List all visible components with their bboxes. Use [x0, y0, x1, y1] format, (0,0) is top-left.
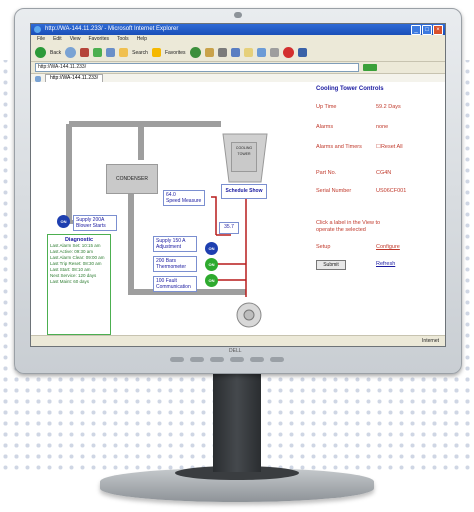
controls-panel: Cooling Tower Controls Up Time 59.2 Days… [316, 82, 441, 335]
pump1-status-icon[interactable]: ON [205, 242, 218, 255]
pump-box-3[interactable]: 100 Fault Communication [153, 276, 197, 292]
menu-help[interactable]: Help [137, 35, 147, 44]
condenser-block[interactable]: CONDENSER [106, 164, 158, 194]
pump-box-2[interactable]: 200 Bars Thermometer [153, 256, 197, 272]
blower-status-icon[interactable]: ON [57, 215, 70, 228]
reset-all-checkbox[interactable]: ☐Reset All [376, 144, 403, 150]
toolbar: Back Search Favorites [31, 44, 445, 62]
back-label[interactable]: Back [50, 50, 61, 56]
tab-list-icon[interactable] [35, 75, 41, 82]
menu-file[interactable]: File [37, 35, 45, 44]
mail-icon[interactable] [217, 48, 227, 57]
favorites-icon[interactable] [151, 48, 161, 57]
configure-link[interactable]: Configure [376, 244, 400, 250]
favorites-label[interactable]: Favorites [165, 50, 186, 56]
window-buttons: _ □ × [411, 25, 443, 35]
uptime-label: Up Time [316, 104, 337, 110]
refresh-link[interactable]: Refresh [376, 261, 395, 267]
cooling-tower-block[interactable]: COOLING TOWER [231, 142, 257, 172]
setup-label: Setup [316, 244, 331, 250]
internet-zone: Internet [422, 338, 439, 344]
diagnostics-panel: Diagnostic Last Alarm Set: 10:15 am Last… [47, 234, 111, 335]
menu-bar: File Edit View Favorites Tools Help [31, 35, 445, 44]
history-icon[interactable] [204, 48, 214, 57]
monitor-button[interactable] [190, 356, 204, 362]
minimize-button[interactable]: _ [411, 25, 421, 35]
status-bar: Internet [31, 335, 445, 346]
webcam-icon [234, 12, 242, 18]
media-icon[interactable] [189, 47, 201, 58]
menu-view[interactable]: View [70, 35, 81, 44]
screen: http://WA-144.11.233/ - Microsoft Intern… [30, 23, 446, 347]
alarms-timers-label: Alarms and Timers [316, 144, 362, 150]
alarms-value: none [376, 124, 389, 130]
refresh-icon[interactable] [93, 48, 103, 57]
back-icon[interactable] [35, 47, 46, 58]
messenger-icon[interactable] [282, 47, 294, 58]
address-input[interactable]: http://WA-144.11.233/ [35, 63, 359, 72]
print-icon[interactable] [230, 48, 240, 57]
serial-value: US06CF001 [376, 188, 407, 194]
home-icon[interactable] [106, 48, 116, 57]
alarms-label: Alarms [316, 124, 334, 130]
stop-icon[interactable] [80, 48, 90, 57]
search-label[interactable]: Search [132, 50, 148, 56]
controls-header: Cooling Tower Controls [316, 86, 384, 92]
monitor-buttons [170, 354, 310, 364]
ie-icon [34, 26, 41, 33]
uptime-value: 59.2 Days [376, 104, 401, 110]
valve-status-box[interactable]: Supply 200A Blower Starts [73, 215, 117, 231]
research-icon[interactable] [297, 48, 307, 57]
pump2-status-icon[interactable]: ON [205, 258, 218, 271]
maximize-button[interactable]: □ [422, 25, 432, 35]
serial-label: Serial Number [316, 188, 352, 194]
submit-button[interactable]: Submit [316, 260, 346, 270]
forward-icon[interactable] [65, 47, 77, 58]
monitor-button[interactable] [210, 356, 224, 362]
pump-box-1[interactable]: Supply 150 A Adjustment [153, 236, 197, 252]
schedule-show-box[interactable]: Schedule Show [221, 184, 267, 199]
page-content: CONDENSER COOLING TOWER Schedule Show Su… [31, 82, 445, 335]
address-bar: http://WA-144.11.233/ [31, 62, 445, 74]
go-button[interactable] [363, 64, 377, 71]
folder-icon[interactable] [243, 48, 253, 57]
monitor-stand [213, 372, 261, 472]
search-icon[interactable] [119, 48, 129, 57]
temperature-box[interactable]: 35.7 [219, 222, 239, 234]
window-title: http://WA-144.11.233/ - Microsoft Intern… [45, 26, 179, 32]
edit-icon[interactable] [256, 48, 266, 57]
cooling-tower-diagram: CONDENSER COOLING TOWER Schedule Show Su… [31, 82, 301, 335]
reset-all-label: Reset All [380, 144, 403, 150]
part-no-value: CG4N [376, 170, 392, 176]
menu-tools[interactable]: Tools [117, 35, 129, 44]
monitor-button[interactable] [170, 356, 184, 362]
monitor-button[interactable] [250, 356, 264, 362]
pump3-status-icon[interactable]: ON [205, 274, 218, 287]
window-titlebar: http://WA-144.11.233/ - Microsoft Intern… [31, 24, 445, 35]
part-no-label: Part No. [316, 170, 337, 176]
diagnostic-line: Last Maint: 60 days [50, 279, 90, 284]
menu-favorites[interactable]: Favorites [88, 35, 109, 44]
monitor-button[interactable] [230, 356, 244, 362]
close-button[interactable]: × [433, 25, 443, 35]
discuss-icon[interactable] [269, 48, 279, 57]
menu-edit[interactable]: Edit [53, 35, 62, 44]
speed-measure-box[interactable]: 64.0 Speed Measure [163, 190, 205, 206]
monitor-button[interactable] [270, 356, 284, 362]
instruction-note: Click a label in the View to operate the… [316, 220, 381, 233]
